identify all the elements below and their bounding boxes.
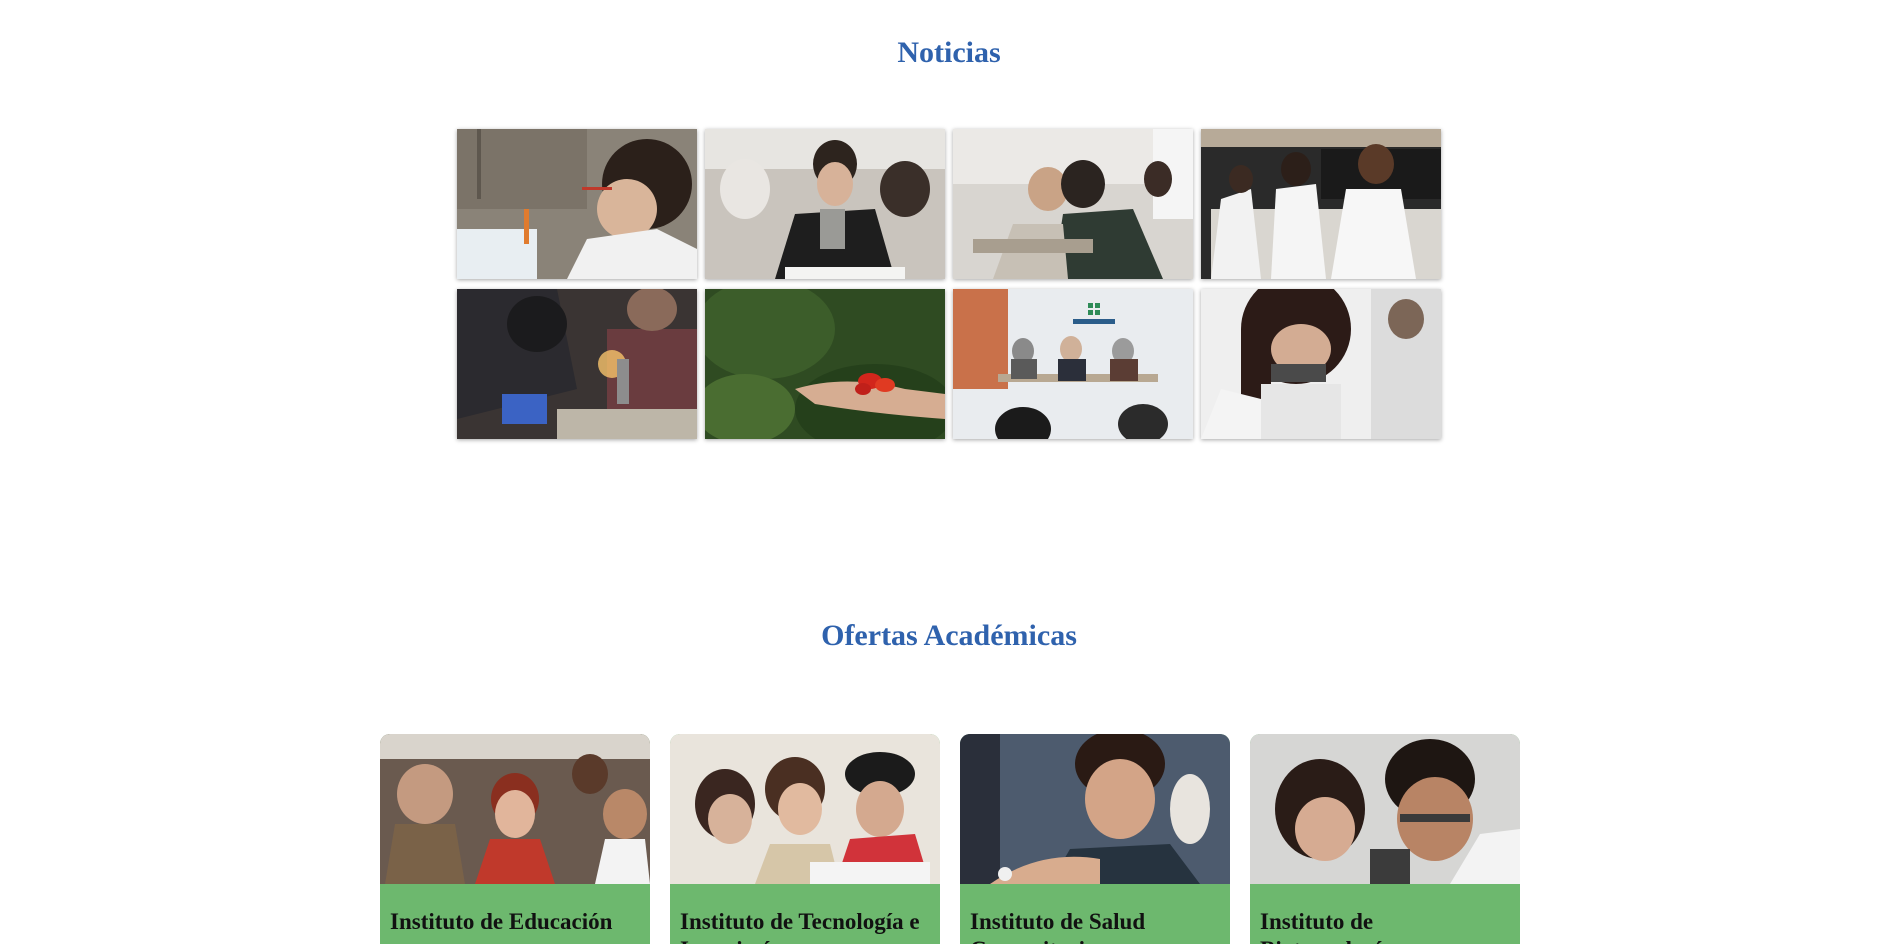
student-anatomy-model-photo [960,734,1230,884]
students-cap-notebook-photo [670,734,940,884]
smiling-students-group-photo [380,734,650,884]
offer-card-title: Instituto de Educación [390,909,613,934]
news-thumbnail[interactable] [1201,289,1441,439]
offers-section-title: Ofertas Académicas [821,619,1077,652]
news-thumbnail[interactable] [705,289,945,439]
offers-grid: Instituto de Educación Instituto de Tecn… [380,734,1520,944]
offer-card-body: Instituto de Tecnología e Ingeniería [670,884,940,944]
student-welding-workshop-photo [457,289,697,439]
press-conference-panel-photo [953,289,1193,439]
offer-card-biotecnologia[interactable]: Instituto de Biotecnología [1250,734,1520,944]
news-thumbnail[interactable] [1201,129,1441,279]
lab-coat-researchers-photo [1201,129,1441,279]
news-thumbnail[interactable] [705,129,945,279]
news-thumbnail[interactable] [457,289,697,439]
offer-card-body: Instituto de Salud Comunitaria [960,884,1230,944]
news-grid [457,129,1442,439]
student-test-tube-lab-photo [457,129,697,279]
students-table-study-photo [953,129,1193,279]
offer-card-tecnologia[interactable]: Instituto de Tecnología e Ingeniería [670,734,940,944]
offer-card-title: Instituto de Biotecnología [1260,909,1393,944]
news-thumbnail[interactable] [953,289,1193,439]
offer-card-body: Instituto de Educación [380,884,650,944]
offer-card-body: Instituto de Biotecnología [1250,884,1520,944]
news-thumbnail[interactable] [457,129,697,279]
news-thumbnail[interactable] [953,129,1193,279]
students-classroom-writing-photo [705,129,945,279]
offer-card-educacion[interactable]: Instituto de Educación [380,734,650,944]
offer-card-title: Instituto de Tecnología e Ingeniería [680,909,920,944]
offer-card-salud[interactable]: Instituto de Salud Comunitaria [960,734,1230,944]
student-microscope-photo [1201,289,1441,439]
page: Noticias Ofertas Académicas Instituto de… [0,0,1898,944]
hand-holding-peppers-plant-photo [705,289,945,439]
students-microscope-lab-photo [1250,734,1520,884]
offer-card-title: Instituto de Salud Comunitaria [970,909,1146,944]
news-section-title: Noticias [897,36,1001,69]
